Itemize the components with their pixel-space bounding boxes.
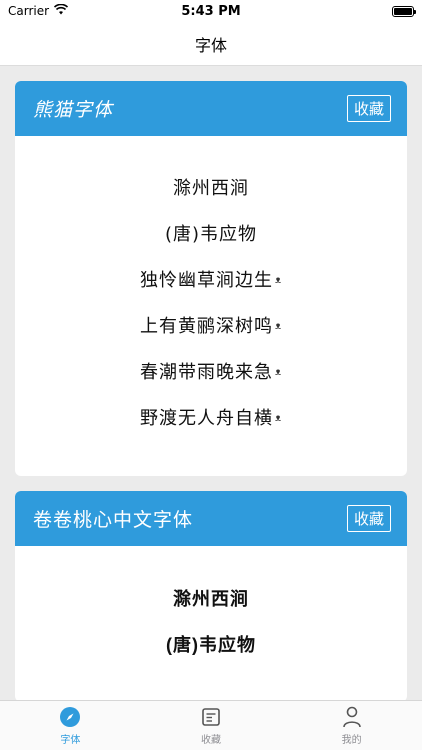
panda-icon: ᴥ [274,367,283,378]
poem-preview: 滁州西涧 (唐)韦应物 独怜幽草涧边生 ᴥ 上有黄鹂深树鸣 ᴥ 春潮带雨晚来急 ᴥ 野… [15,136,407,476]
status-bar: Carrier 5:43 PM [0,0,422,22]
document-icon [200,706,222,728]
card-header: 熊猫字体 收藏 [15,81,407,136]
compass-icon [59,706,81,728]
poem-line: 滁州西涧 [173,589,249,609]
battery-icon [392,5,416,17]
panda-icon: ᴥ [274,413,283,424]
tab-label: 收藏 [201,734,221,746]
tab-fonts[interactable]: 字体 [0,701,141,750]
page-title: 字体 [194,35,227,55]
font-card-peach-heart: 卷卷桃心中文字体 收藏 滁州西涧 (唐)韦应物 [15,491,407,700]
poem-line: 野渡无人舟自横 ᴥ [139,408,283,429]
carrier-label: Carrier [8,4,50,18]
poem-preview: 滁州西涧 (唐)韦应物 [15,546,407,700]
poem-line: 滁州西涧 [173,178,249,199]
status-left: Carrier [8,3,69,18]
panda-icon: ᴥ [274,275,283,286]
poem-line: (唐)韦应物 [166,635,256,655]
poem-line: 春潮带雨晚来急 ᴥ [139,362,283,383]
tab-profile[interactable]: 我的 [281,701,422,750]
nav-bar: 字体 [0,22,422,66]
font-list[interactable]: 熊猫字体 收藏 滁州西涧 (唐)韦应物 独怜幽草涧边生 ᴥ 上有黄鹂深树鸣 ᴥ 春潮… [0,66,422,700]
favorite-button[interactable]: 收藏 [346,95,391,122]
tab-favorites[interactable]: 收藏 [141,701,282,750]
card-title: 熊猫字体 [33,99,114,121]
person-icon [341,706,363,728]
font-card-panda: 熊猫字体 收藏 滁州西涧 (唐)韦应物 独怜幽草涧边生 ᴥ 上有黄鹂深树鸣 ᴥ 春潮… [15,81,407,476]
poem-line: 独怜幽草涧边生 ᴥ [139,270,283,291]
tab-label: 我的 [341,734,362,746]
panda-icon: ᴥ [274,321,283,332]
wifi-icon [53,3,69,18]
poem-line: 上有黄鹂深树鸣 ᴥ [139,316,283,337]
poem-line: (唐)韦应物 [164,224,258,245]
favorite-button[interactable]: 收藏 [346,505,391,532]
tab-bar: 字体 收藏 我的 [0,700,422,750]
card-header: 卷卷桃心中文字体 收藏 [15,491,407,546]
tab-label: 字体 [60,734,81,746]
card-title: 卷卷桃心中文字体 [33,509,194,531]
